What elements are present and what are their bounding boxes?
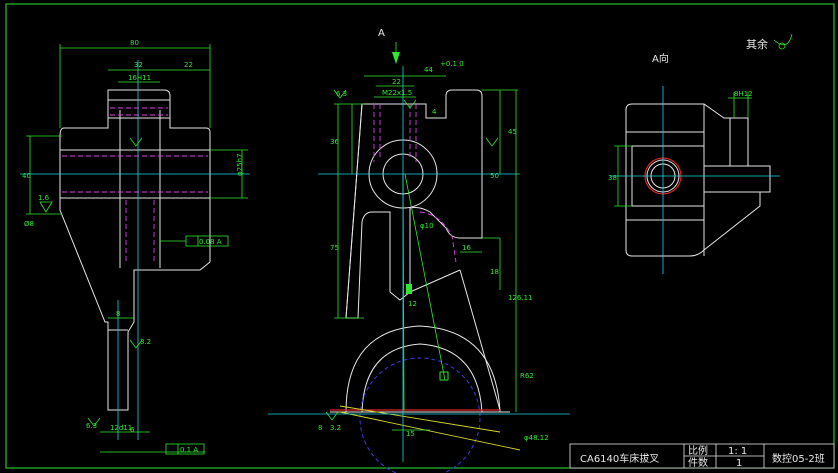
text-labels: A A向 其余 80 32 22 16H11 40 φ25h7 1.6 Ø8 0… — [22, 28, 768, 454]
dim-height-40: 40 — [22, 172, 31, 180]
dim-d18: 18 — [490, 268, 499, 276]
dim-top-44-tol: +0.1 0 — [440, 60, 464, 68]
dim-phi: φ25h7 — [236, 154, 244, 176]
scale-label: 比例 — [688, 444, 708, 457]
dim-d8: 8 — [318, 424, 322, 432]
dim-phi10: φ10 — [420, 222, 434, 230]
qty-label: 件数 — [688, 456, 708, 469]
middle-view — [268, 42, 570, 473]
other-surfaces-note: 其余 — [746, 37, 768, 51]
dim-overall-width: 80 — [130, 39, 139, 47]
dim-top-44: 44 — [424, 66, 433, 74]
dim-phi-arc: φ48.12 — [524, 434, 549, 442]
dim-r62: R62 — [520, 372, 534, 380]
dim-d38: 38 — [608, 174, 617, 182]
dim-d50: 50 — [490, 172, 499, 180]
dim-d45: 45 — [508, 128, 517, 136]
dim-d16: 16 — [462, 244, 471, 252]
dim-bottom-6: 6 — [130, 426, 135, 434]
view-a-label: A向 — [652, 52, 669, 65]
dim-phi-small: Ø8 — [24, 220, 34, 228]
dim-ra-63: 6.3 — [86, 422, 97, 430]
dim-top-32: 32 — [134, 61, 143, 69]
dim-flat-bottom: 0.1 A — [180, 446, 198, 454]
dim-d15: 15 — [406, 430, 415, 438]
dim-flat: 0.08 A — [199, 238, 222, 246]
scale-value: 1: 1 — [728, 446, 747, 457]
dim-bore: 16H11 — [128, 74, 151, 82]
right-view-a — [610, 33, 793, 274]
title-block: CA6140车床拔叉 比例 1: 1 件数 1 数控05-2班 — [569, 443, 835, 469]
dim-ra-16: 1.6 — [38, 194, 50, 202]
dim-d75: 75 — [330, 244, 339, 252]
dim-d36: 36 — [330, 138, 339, 146]
dim-ra-mid: 6.3 — [336, 90, 347, 98]
dim-m-thread: M22x1.5 — [382, 89, 412, 97]
dim-d22: 22 — [392, 78, 401, 86]
dim-d126: 126.11 — [508, 294, 533, 302]
dim-w8: 8 — [116, 310, 120, 318]
left-view — [20, 44, 250, 455]
dim-ra-mid2: 3.2 — [330, 424, 341, 432]
dim-d4: 4 — [432, 108, 437, 116]
cad-drawing-canvas: A A向 其余 80 32 22 16H11 40 φ25h7 1.6 Ø8 0… — [5, 3, 835, 473]
dim-d12: 12 — [408, 300, 417, 308]
datum-marker — [406, 284, 412, 294]
class-label: 数控05-2班 — [772, 452, 825, 465]
dim-bottom-12: 12d11 — [110, 424, 132, 432]
part-name: CA6140车床拔叉 — [580, 452, 659, 465]
view-a-marker: A — [378, 28, 385, 39]
dim-ra-32: 3.2 — [140, 338, 151, 346]
qty-value: 1 — [736, 458, 742, 469]
dim-b4: 8H12 — [734, 90, 753, 98]
dim-top-22: 22 — [184, 61, 193, 69]
